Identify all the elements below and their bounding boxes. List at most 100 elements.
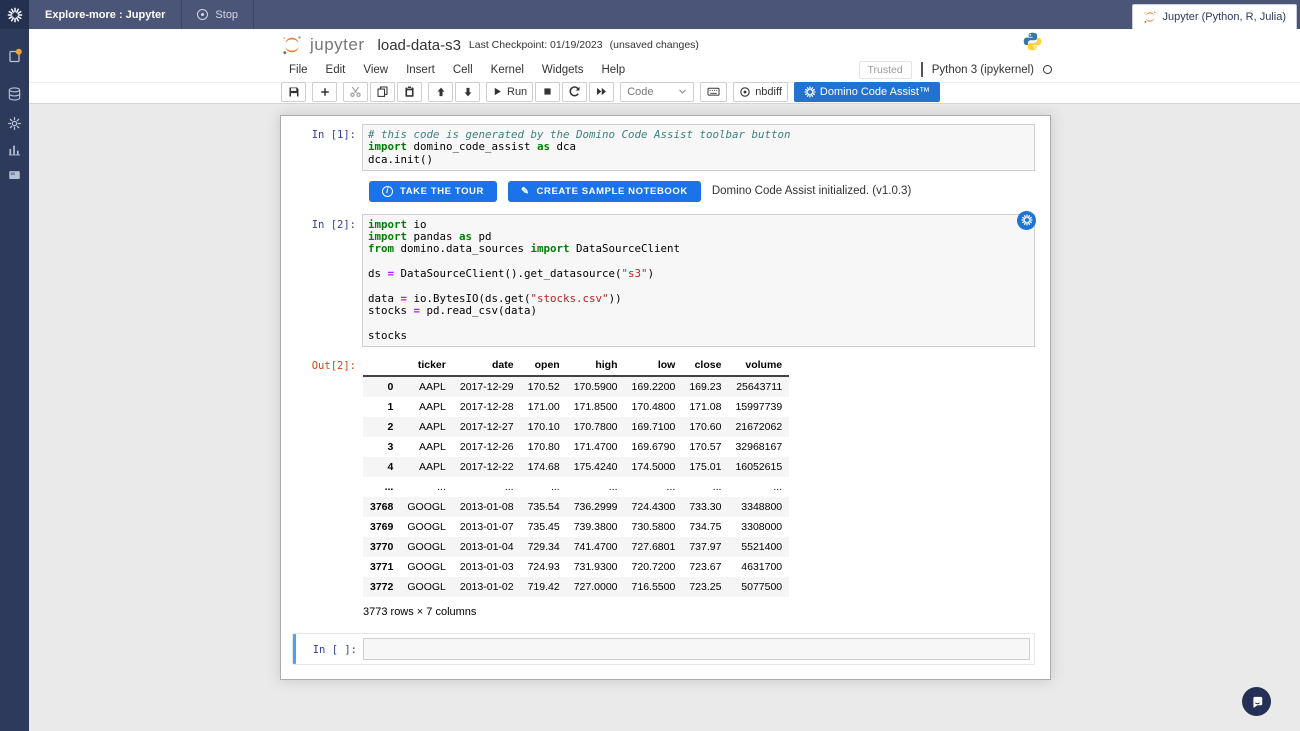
cell-value: 731.9300 [567, 557, 625, 577]
cell-value: 735.54 [521, 497, 567, 517]
paste-cells-button[interactable] [397, 82, 422, 102]
menu-item-view[interactable]: View [354, 61, 397, 79]
cell-value: ... [728, 477, 789, 497]
bar-chart-icon [7, 142, 22, 157]
cell-value: 2017-12-26 [453, 437, 521, 457]
cell-value: AAPL [400, 457, 453, 477]
input-prompt-2: In [2]: [296, 214, 362, 347]
nbdiff-icon [739, 86, 751, 98]
scissors-icon [349, 85, 362, 98]
copy-icon [376, 85, 389, 98]
domino-logo-icon[interactable] [0, 0, 29, 29]
stop-square-icon [542, 86, 553, 97]
notebook-title[interactable]: load-data-s3 [378, 37, 461, 54]
jupyter-workspace-tab[interactable]: Jupyter (Python, R, Julia) [1132, 4, 1298, 29]
cell-value: 2013-01-02 [453, 577, 521, 597]
plus-icon [319, 86, 331, 98]
empty-code-editor[interactable] [363, 638, 1030, 660]
cell-value: 170.5900 [567, 376, 625, 397]
code-editor-2[interactable]: import ioimport pandas as pdfrom domino.… [362, 214, 1035, 347]
command-palette-button[interactable] [700, 82, 727, 102]
cell-value: 733.30 [682, 497, 728, 517]
cell-value: 2013-01-08 [453, 497, 521, 517]
stop-button[interactable]: Stop [182, 0, 254, 29]
stats-chart-icon[interactable] [6, 141, 23, 157]
cell-value: 2017-12-22 [453, 457, 521, 477]
menubar: FileEditViewInsertCellKernelWidgetsHelp … [280, 58, 1052, 81]
record-stop-icon [197, 9, 208, 20]
menu-item-kernel[interactable]: Kernel [482, 61, 533, 79]
chevron-down-icon [678, 87, 687, 96]
interrupt-kernel-button[interactable] [535, 82, 560, 102]
cell-value: 4631700 [728, 557, 789, 577]
table-row: 3768GOOGL2013-01-08735.54736.2999724.430… [363, 497, 789, 517]
paste-icon [403, 85, 416, 98]
table-row: 3772GOOGL2013-01-02719.42727.0000716.550… [363, 577, 789, 597]
cell-value: 25643711 [728, 376, 789, 397]
restart-kernel-button[interactable] [562, 82, 587, 102]
cell-value: 719.42 [521, 577, 567, 597]
table-row: 3771GOOGL2013-01-03724.93731.9300720.720… [363, 557, 789, 577]
code-editor-1[interactable]: # this code is generated by the Domino C… [362, 124, 1035, 171]
cell-value: 736.2999 [567, 497, 625, 517]
empty-code-cell[interactable]: In [ ]: [292, 633, 1035, 665]
dca-initialized-message: Domino Code Assist initialized. (v1.0.3) [712, 185, 911, 197]
row-index: 3770 [363, 537, 400, 557]
menu-item-edit[interactable]: Edit [317, 61, 355, 79]
cell-value: GOOGL [400, 537, 453, 557]
row-index: 3 [363, 437, 400, 457]
take-the-tour-button[interactable]: i TAKE THE TOUR [369, 181, 497, 202]
menu-item-help[interactable]: Help [592, 61, 634, 79]
cell-value: ... [521, 477, 567, 497]
save-button[interactable] [281, 82, 306, 102]
insert-cell-below-button[interactable] [312, 82, 337, 102]
domino-code-assist-button[interactable]: Domino Code Assist™ [794, 82, 940, 102]
settings-gear-icon[interactable] [6, 115, 23, 131]
jupyter-wordmark[interactable]: jupyter [310, 35, 365, 55]
trusted-button[interactable]: Trusted [859, 61, 912, 79]
cell-value: 2017-12-27 [453, 417, 521, 437]
menu-item-insert[interactable]: Insert [397, 61, 444, 79]
cell-value: 5521400 [728, 537, 789, 557]
cell-value: 174.68 [521, 457, 567, 477]
cell-value: 171.4700 [567, 437, 625, 457]
nbdiff-button[interactable]: nbdiff [733, 82, 788, 102]
projects-icon[interactable] [6, 47, 23, 63]
cell-value: ... [453, 477, 521, 497]
data-icon[interactable] [6, 86, 23, 102]
cell-value: 170.57 [682, 437, 728, 457]
cell-value: 741.4700 [567, 537, 625, 557]
row-index: 0 [363, 376, 400, 397]
cell-value: 727.0000 [567, 577, 625, 597]
dca-cell-assist-button[interactable] [1017, 211, 1036, 230]
notebook-toolbar: Run Code nbdiff Domino Code Assist™ [281, 81, 940, 102]
cell-value: 727.6801 [625, 537, 683, 557]
move-cells-down-button[interactable] [455, 82, 480, 102]
workspace-session-tab[interactable]: Explore-more : Jupyter [29, 0, 182, 29]
copy-cells-button[interactable] [370, 82, 395, 102]
workspaces-icon[interactable] [6, 167, 23, 183]
menu-item-cell[interactable]: Cell [444, 61, 482, 79]
menu-item-file[interactable]: File [280, 61, 317, 79]
menu-item-widgets[interactable]: Widgets [533, 61, 593, 79]
cell-value: 175.01 [682, 457, 728, 477]
cell-value: 169.6790 [625, 437, 683, 457]
cell-value: 171.08 [682, 397, 728, 417]
cell-value: 737.97 [682, 537, 728, 557]
dca-spinner-icon [804, 86, 816, 98]
cell-value: ... [682, 477, 728, 497]
restart-run-all-button[interactable] [589, 82, 614, 102]
row-index: 2 [363, 417, 400, 437]
cell-type-select[interactable]: Code [620, 82, 694, 102]
cell-value: ... [400, 477, 453, 497]
cut-cells-button[interactable] [343, 82, 368, 102]
run-button[interactable]: Run [486, 82, 533, 102]
move-cells-up-button[interactable] [428, 82, 453, 102]
kernel-divider [921, 62, 923, 77]
row-index: 3769 [363, 517, 400, 537]
jupyter-logo-icon[interactable] [281, 34, 303, 56]
unsaved-changes-text: (unsaved changes) [610, 39, 699, 51]
create-sample-notebook-button[interactable]: ✎ CREATE SAMPLE NOTEBOOK [508, 181, 701, 202]
chat-bubble-button[interactable] [1242, 687, 1271, 716]
row-index: 3768 [363, 497, 400, 517]
